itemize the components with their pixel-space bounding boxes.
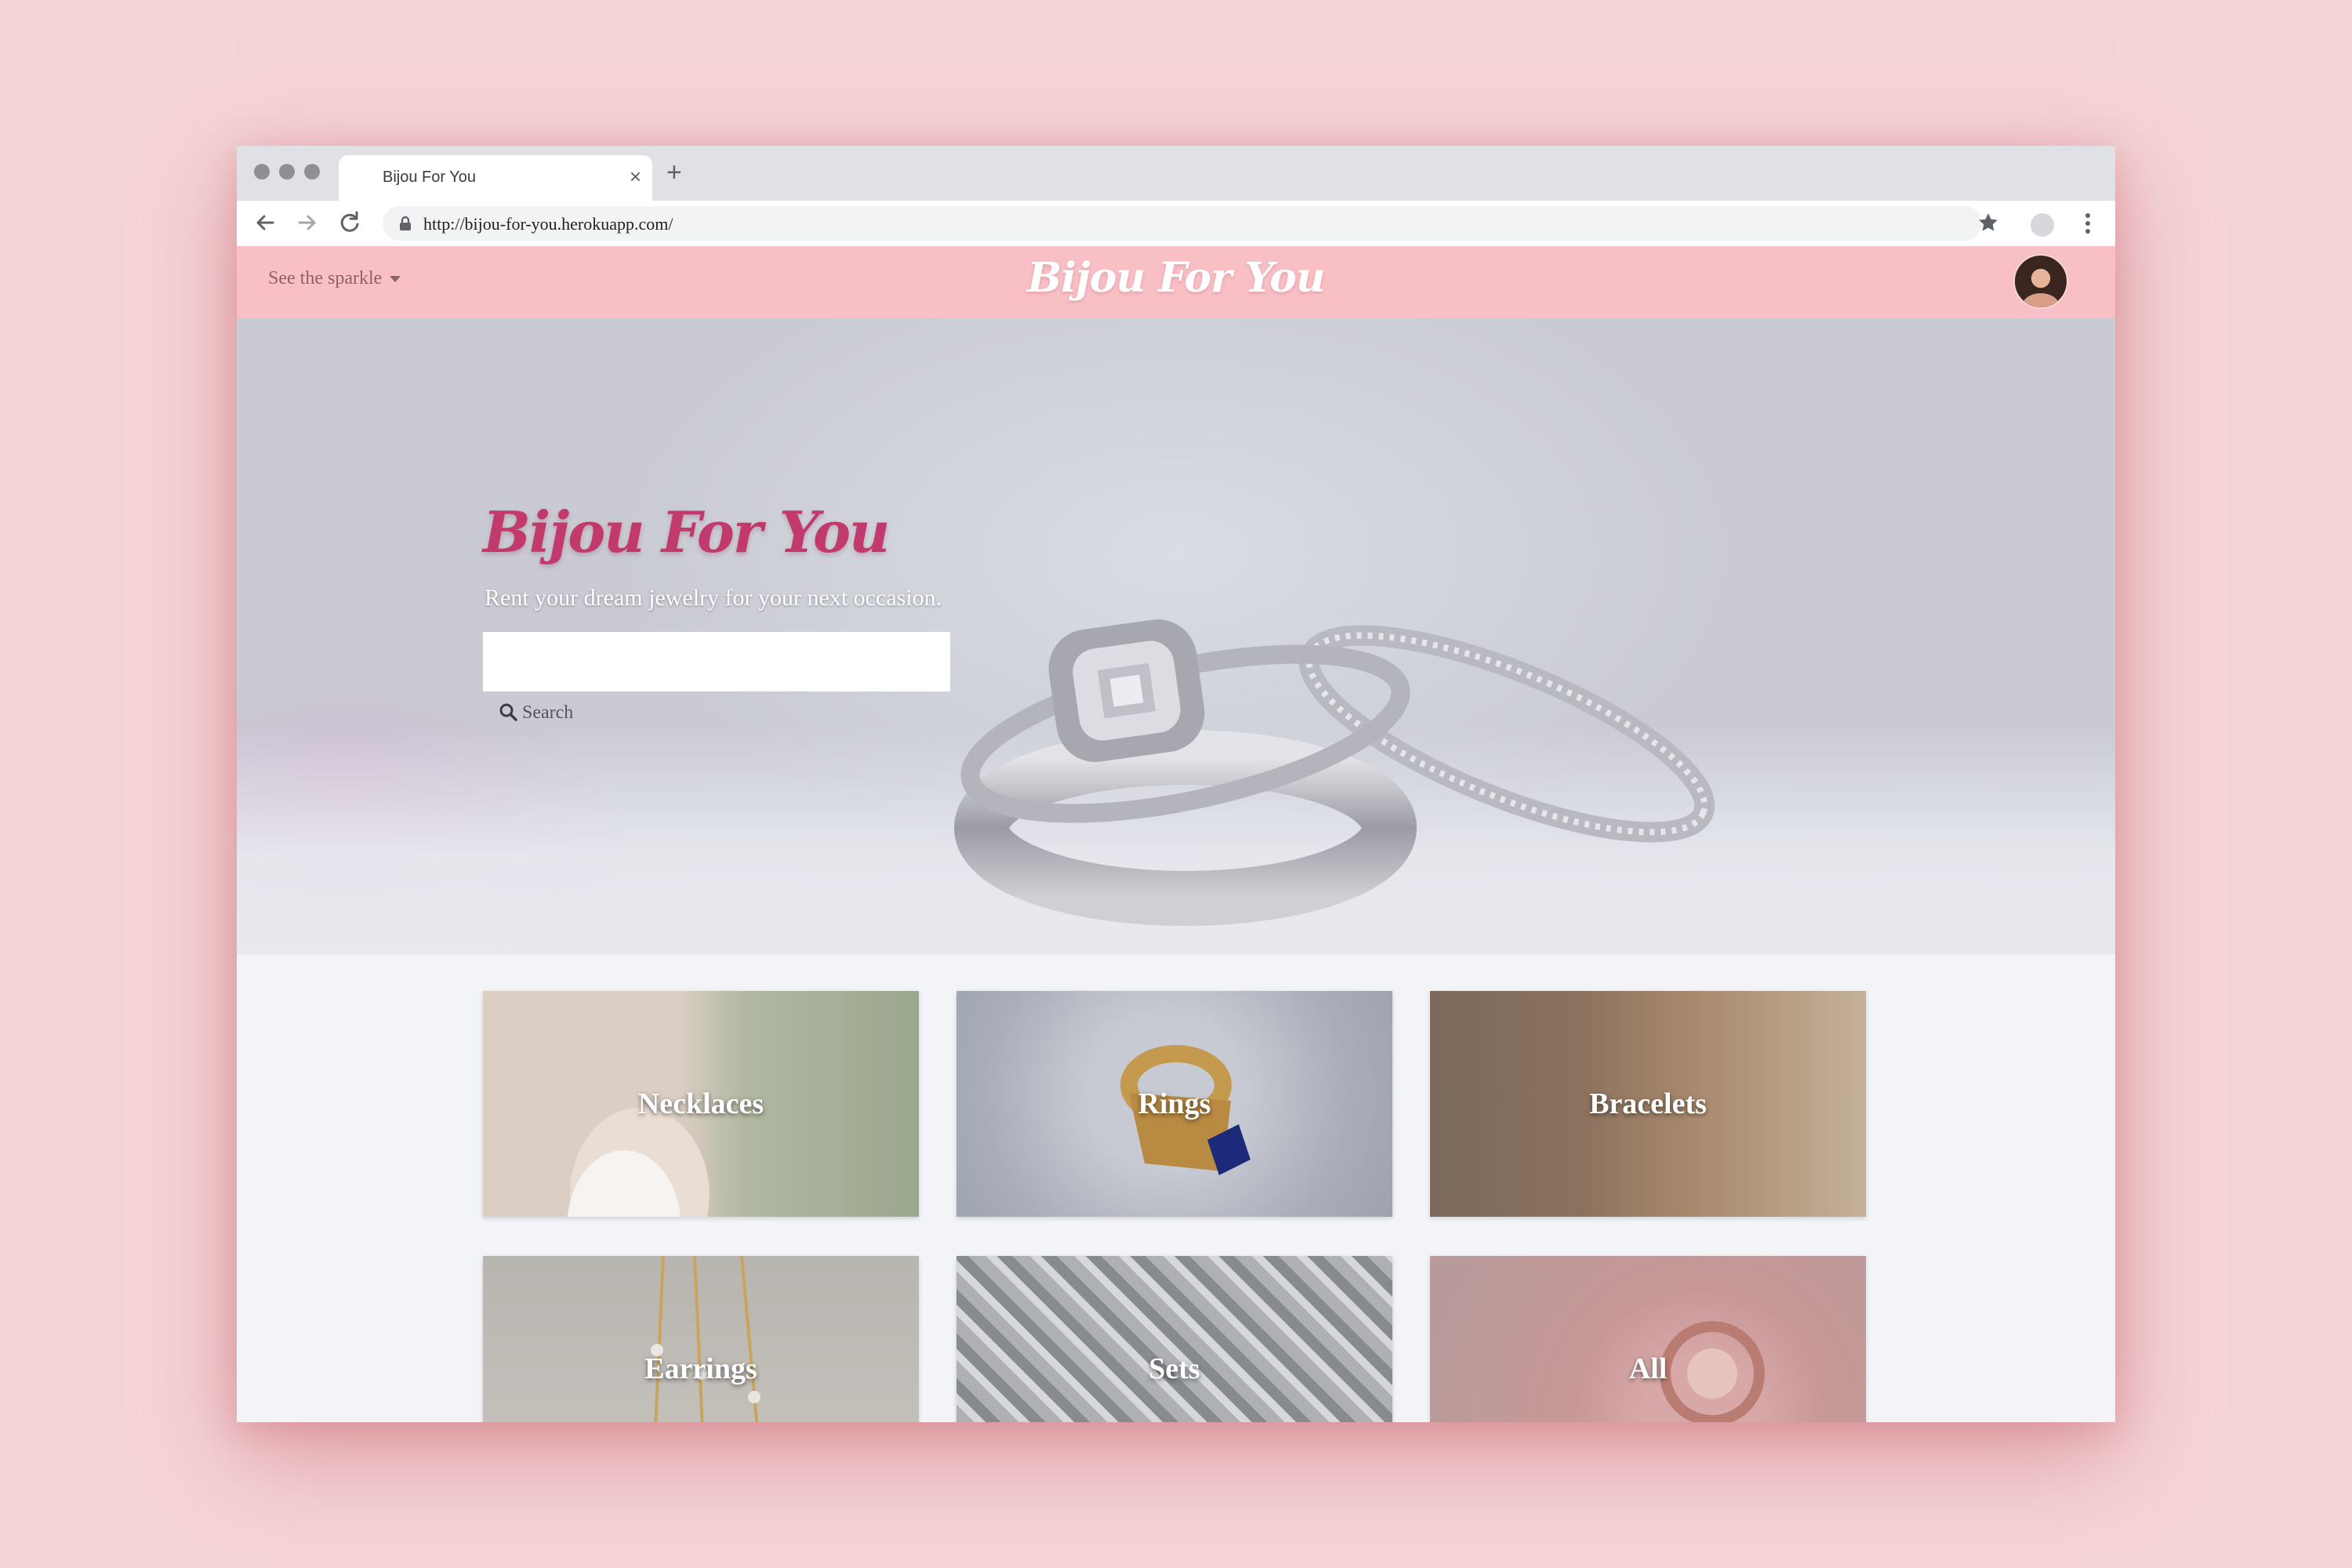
address-bar: http://bijou-for-you.herokuapp.com/ — [237, 201, 2115, 247]
search-button[interactable]: Search — [499, 702, 573, 724]
hero-title: Bijou For You — [483, 499, 890, 565]
category-label: Necklaces — [637, 1087, 764, 1120]
reload-icon[interactable] — [334, 207, 365, 238]
category-card-earrings[interactable]: Earrings — [483, 1256, 919, 1422]
category-card-rings[interactable]: Rings — [956, 991, 1392, 1217]
window-minimize-dot[interactable] — [279, 164, 295, 180]
window-maximize-dot[interactable] — [304, 164, 320, 180]
category-label: Earrings — [644, 1352, 757, 1385]
category-card-sets[interactable]: Sets — [956, 1256, 1392, 1422]
kebab-menu-icon[interactable] — [2076, 210, 2100, 237]
site-navbar: See the sparkle Bijou For You — [237, 246, 2115, 318]
forward-arrow-icon[interactable] — [292, 207, 323, 238]
category-card-necklaces[interactable]: Necklaces — [483, 991, 919, 1217]
url-text: http://bijou-for-you.herokuapp.com/ — [423, 214, 673, 234]
category-card-bracelets[interactable]: Bracelets — [1430, 991, 1866, 1217]
category-label: Rings — [1138, 1087, 1211, 1120]
lock-icon — [400, 216, 411, 230]
new-tab-icon[interactable]: + — [666, 158, 682, 187]
window-close-dot[interactable] — [254, 164, 270, 180]
search-button-label: Search — [522, 702, 574, 723]
hero-banner: Bijou For You Rent your dream jewelry fo… — [237, 318, 2115, 955]
brand-logo[interactable]: Bijou For You — [237, 254, 2115, 302]
browser-profile-icon[interactable] — [2031, 213, 2054, 237]
browser-window: Bijou For You × + http://bijou-for-you.h… — [237, 146, 2115, 1422]
category-card-all[interactable]: All — [1430, 1256, 1866, 1422]
browser-tab[interactable]: Bijou For You × — [339, 155, 652, 201]
tab-title: Bijou For You — [383, 169, 476, 186]
user-avatar[interactable] — [2013, 254, 2068, 309]
rings-hero-image — [954, 619, 1715, 926]
search-icon — [499, 703, 517, 721]
url-field[interactable]: http://bijou-for-you.herokuapp.com/ — [383, 206, 1982, 241]
tab-close-icon[interactable]: × — [630, 165, 641, 188]
back-arrow-icon[interactable] — [249, 207, 281, 238]
hero-subtitle: Rent your dream jewelry for your next oc… — [485, 585, 942, 611]
star-icon[interactable] — [1973, 207, 2004, 238]
earrings-photo — [651, 1256, 760, 1422]
tab-strip: Bijou For You × + — [237, 146, 2115, 201]
category-label: Bracelets — [1589, 1087, 1707, 1120]
category-label: All — [1628, 1352, 1668, 1385]
category-label: Sets — [1149, 1352, 1200, 1385]
search-input[interactable] — [483, 632, 950, 691]
